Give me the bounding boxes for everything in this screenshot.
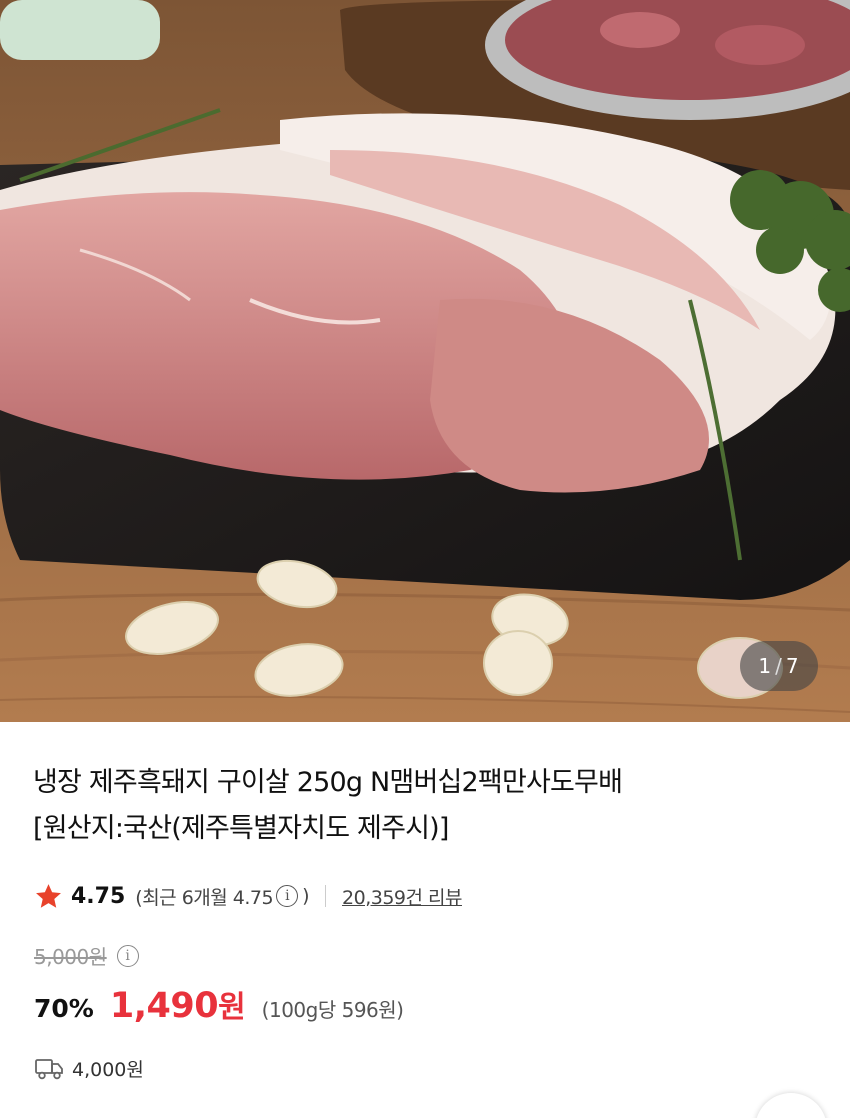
original-price-info-icon[interactable]: i: [116, 944, 139, 967]
sale-price: 1,490: [109, 986, 219, 1026]
product-title-line1: 냉장 제주흑돼지 구이살 250g N맴버십2팩만사도무배: [33, 767, 623, 798]
recent-rating: (최근 6개월 4.75 i ): [135, 883, 310, 910]
rating-divider: [325, 885, 327, 907]
sale-price-row: 70% 1,490 원 (100g당 596원): [34, 982, 404, 1026]
recent-rating-info-icon[interactable]: i: [276, 885, 299, 907]
shipping-row: 4,000원: [34, 1055, 144, 1082]
floating-action-button[interactable]: [755, 1093, 827, 1118]
sale-price-currency: 원: [218, 990, 246, 1025]
image-counter-total: 7: [785, 654, 800, 678]
rating-row: 4.75 (최근 6개월 4.75 i ) 20,359건 리뷰: [34, 877, 462, 915]
rating-score: 4.75: [71, 883, 126, 909]
original-price: 5,000원: [34, 945, 107, 969]
image-counter: 1 / 7: [740, 641, 818, 691]
discount-rate: 70%: [34, 994, 94, 1023]
product-title: 냉장 제주흑돼지 구이살 250g N맴버십2팩만사도무배 [원산지:국산(제주…: [33, 760, 833, 852]
delivery-truck-icon: [35, 1058, 63, 1079]
recent-rating-close: ): [302, 885, 310, 907]
product-image-gallery[interactable]: 1 / 7: [0, 0, 850, 722]
original-price-row: 5,000원 i: [34, 941, 143, 970]
image-counter-current: 1: [758, 654, 773, 678]
recent-rating-text: (최근 6개월 4.75: [135, 886, 274, 909]
shipping-fee: 4,000원: [72, 1059, 144, 1081]
unit-price: (100g당 596원): [261, 998, 404, 1022]
star-icon: [36, 883, 61, 908]
image-counter-separator: /: [775, 654, 783, 678]
product-image: [0, 0, 850, 722]
product-title-line2: [원산지:국산(제주특별자치도 제주시)]: [33, 813, 449, 844]
review-count-link[interactable]: 20,359건 리뷰: [342, 883, 462, 910]
